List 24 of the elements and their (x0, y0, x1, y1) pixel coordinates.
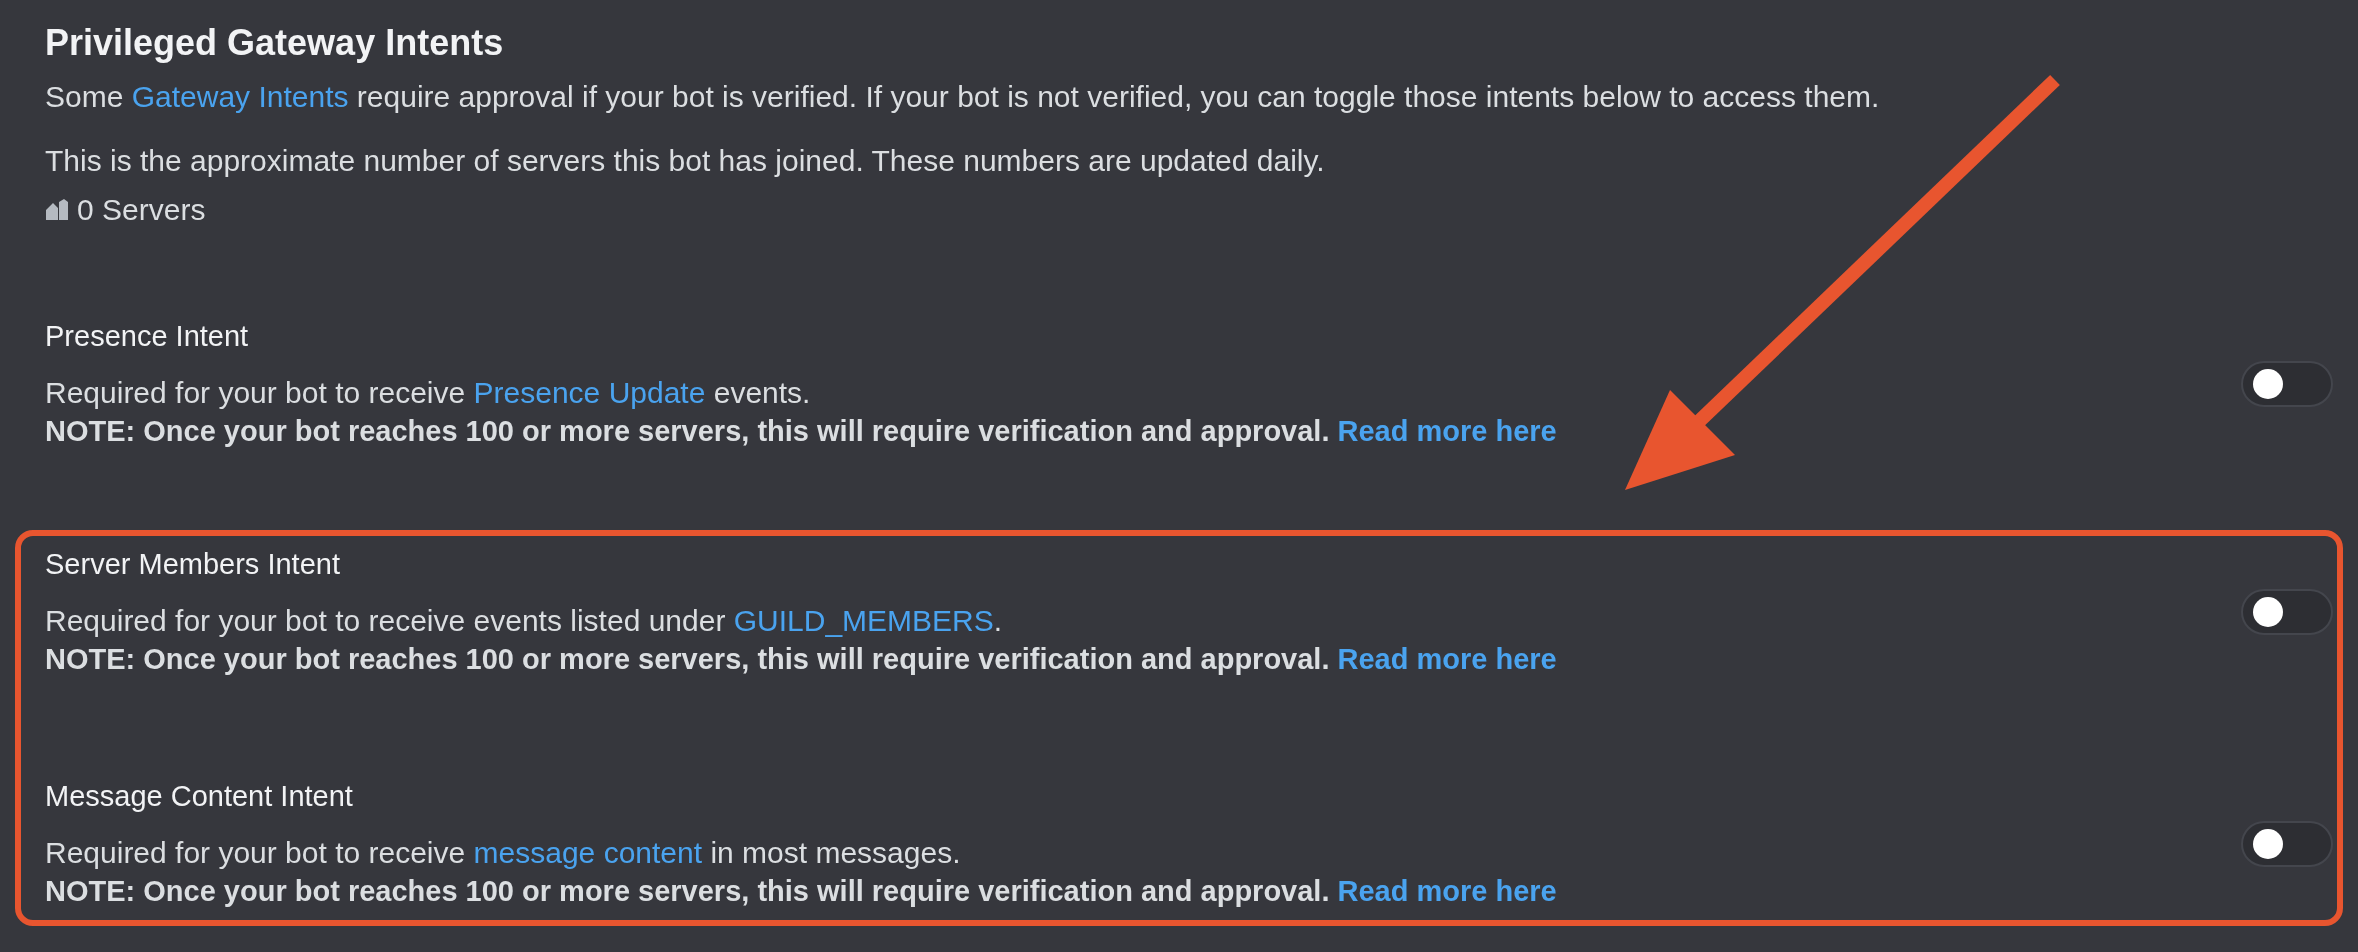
buildings-icon (45, 198, 69, 222)
toggle-switch[interactable] (2241, 361, 2333, 407)
intent-title: Server Members Intent (45, 547, 341, 582)
note-text: NOTE: Once your bot reaches 100 or more servers, this will require verification and approval. Read more here (45, 414, 1558, 449)
server-note: This is the approximate number of servers this bot has joined. These numbers are updated daily. (45, 143, 1326, 179)
note-text: NOTE: Once your bot reaches 100 or more servers, this will require verification and approval. Read more here (45, 642, 1558, 677)
intent-title: Message Content Intent (45, 779, 354, 814)
read-more-link[interactable]: Read more here (1337, 875, 1557, 907)
server-count: 0 Servers (77, 192, 206, 228)
intent-description: Required for your bot to receive events listed under GUILD_MEMBERS. (45, 603, 1004, 639)
link[interactable]: message content (473, 836, 703, 869)
read-more-link[interactable]: Read more here (1337, 415, 1557, 447)
intent-description: Required for your bot to receive Presence Update events. (45, 375, 812, 411)
note-text: NOTE: Once your bot reaches 100 or more servers, this will require verification and approval. Read more here (45, 874, 1558, 909)
read-more-link[interactable]: Read more here (1337, 643, 1557, 675)
link[interactable]: GUILD_MEMBERS (733, 604, 994, 637)
toggle-switch[interactable] (2241, 589, 2333, 635)
section-description: Some Gateway Intents require approval if your bot is verified. If your bot is not verified, you can toggle those intents below to access them. (45, 79, 1881, 115)
link[interactable]: Gateway Intents (131, 80, 349, 113)
toggle-switch[interactable] (2241, 821, 2333, 867)
intent-title: Presence Intent (45, 319, 250, 354)
intent-description: Required for your bot to receive message content in most messages. (45, 835, 962, 871)
link[interactable]: Presence Update (473, 376, 706, 409)
section-title: Privileged Gateway Intents (45, 22, 505, 64)
